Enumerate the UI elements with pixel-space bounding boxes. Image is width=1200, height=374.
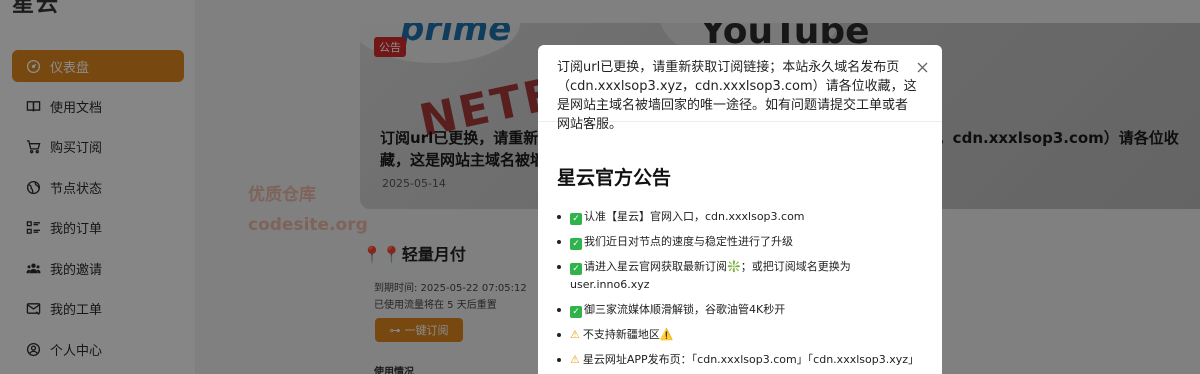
list-item: ✓ 认准【星云】官网入口，cdn.xxxlsop3.com xyxy=(557,208,929,226)
announce-title: 星云官方公告 xyxy=(557,167,672,189)
check-icon: ✓ xyxy=(570,263,582,275)
check-icon: ✓ xyxy=(570,306,582,318)
list-item: ⚠ 星云网址APP发布页：「cdn.xxxlsop3.com」「cdn.xxxls… xyxy=(557,351,929,369)
check-icon: ✓ xyxy=(570,238,582,250)
modal-body: 星云官方公告 ✓ 认准【星云】官网入口，cdn.xxxlsop3.com ✓ 我们近… xyxy=(557,163,929,374)
list-item: ⚠ 不支持新疆地区⚠️ xyxy=(557,326,929,344)
announce-list: ✓ 认准【星云】官网入口，cdn.xxxlsop3.com ✓ 我们近日对节点的速度… xyxy=(557,208,929,369)
modal-header-text: 订阅url已更换，请重新获取订阅链接；本站永久域名发布页（cdn.xxxlsop… xyxy=(557,60,917,132)
warning-icon: ⚠ xyxy=(570,328,580,341)
list-item: ✓ 请进入星云官网获取最新订阅❇️；或把订阅域名更换为 user.inno6.xy… xyxy=(557,258,929,294)
close-button[interactable] xyxy=(914,59,930,75)
check-icon: ✓ xyxy=(570,213,582,225)
modal-header: 订阅url已更换，请重新获取订阅链接；本站永久域名发布页（cdn.xxxlsop… xyxy=(538,45,942,132)
close-icon xyxy=(917,62,927,72)
announcement-modal: 订阅url已更换，请重新获取订阅链接；本站永久域名发布页（cdn.xxxlsop… xyxy=(538,45,942,374)
warning-icon: ⚠ xyxy=(570,353,580,366)
list-item: ✓ 御三家流媒体顺滑解锁，谷歌油管4K秒开 xyxy=(557,301,929,319)
list-item: ✓ 我们近日对节点的速度与稳定性进行了升级 xyxy=(557,233,929,251)
